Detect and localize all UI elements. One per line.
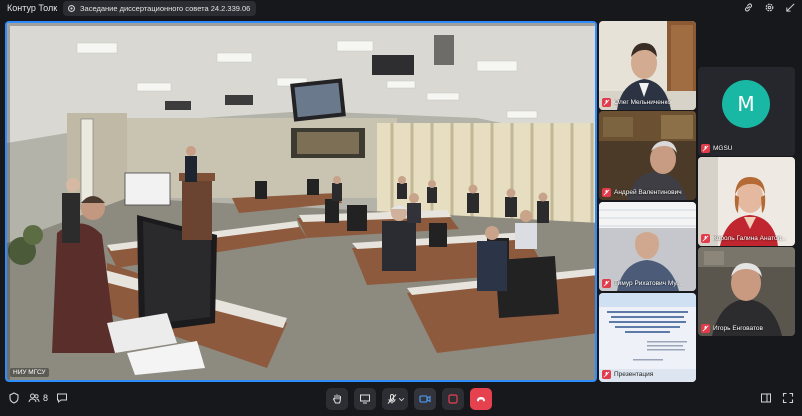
chat-icon[interactable]	[56, 392, 68, 404]
participant-tile[interactable]: Король Галина Анатол...	[698, 157, 795, 246]
participant-name: Тимур Рихатович Му...	[614, 280, 682, 287]
participant-name: MGSU	[713, 145, 733, 152]
screen-share-icon	[360, 394, 370, 404]
fullscreen-icon[interactable]	[782, 392, 794, 404]
mic-off-icon	[602, 279, 611, 288]
shield-icon[interactable]	[8, 392, 20, 404]
microphone-icon	[387, 394, 396, 404]
participant-video	[599, 21, 696, 110]
participant-count[interactable]: 8	[43, 393, 48, 403]
link-icon[interactable]	[743, 2, 754, 13]
mic-off-icon	[602, 188, 611, 197]
app-title: Контур Толк	[7, 3, 58, 13]
camera-button[interactable]	[414, 388, 436, 410]
top-bar: Контур Толк Заседание диссертационного с…	[0, 0, 802, 18]
app-window: Контур Толк Заседание диссертационного с…	[0, 0, 802, 416]
participant-video	[698, 157, 795, 246]
participant-tile[interactable]: Презентация	[599, 293, 696, 382]
record-icon	[448, 394, 458, 404]
meeting-title-pill[interactable]: Заседание диссертационного совета 24.2.3…	[63, 1, 257, 16]
participant-tile[interactable]: Тимур Рихатович Му...	[599, 202, 696, 291]
layout-icon[interactable]	[760, 392, 772, 404]
record-button[interactable]	[442, 388, 464, 410]
hand-icon	[332, 394, 341, 404]
raise-hand-button[interactable]	[326, 388, 348, 410]
participant-name: Олег Мельниченко	[614, 99, 671, 106]
participant-name: Презентация	[614, 371, 654, 378]
main-video-label: НИУ МГСУ	[10, 368, 49, 377]
camera-icon	[419, 395, 431, 403]
mic-off-icon	[701, 144, 710, 153]
settings-icon	[67, 4, 76, 13]
participant-video	[698, 247, 795, 336]
settings-icon[interactable]	[764, 2, 775, 13]
participants-icon[interactable]	[28, 392, 40, 404]
participant-tile[interactable]: M MGSU	[698, 67, 795, 156]
participant-video	[599, 111, 696, 200]
mic-off-icon	[701, 234, 710, 243]
mic-off-icon	[602, 98, 611, 107]
participant-tile[interactable]: Андрей Валентинович	[599, 111, 696, 200]
hang-up-icon	[477, 397, 485, 402]
conference-room-video	[7, 23, 595, 380]
main-video-tile[interactable]: НИУ МГСУ	[5, 21, 597, 382]
screen-share-button[interactable]	[354, 388, 376, 410]
participant-video	[599, 202, 696, 291]
leave-call-button[interactable]	[470, 388, 492, 410]
participant-name: Андрей Валентинович	[614, 189, 682, 196]
participant-tile[interactable]: Игорь Енговатов	[698, 247, 795, 336]
avatar: M	[722, 80, 770, 128]
participant-name: Игорь Енговатов	[713, 325, 763, 332]
microphone-button[interactable]	[382, 388, 408, 410]
mic-off-icon	[701, 324, 710, 333]
meeting-title: Заседание диссертационного совета 24.2.3…	[80, 4, 251, 13]
presentation-slide	[599, 293, 696, 382]
mic-off-icon	[602, 370, 611, 379]
bottom-toolbar: 8	[0, 386, 802, 416]
chevron-down-icon[interactable]	[398, 396, 405, 403]
participant-tile[interactable]: Олег Мельниченко	[599, 21, 696, 110]
minimize-icon[interactable]	[785, 2, 796, 13]
participant-name: Король Галина Анатол...	[713, 235, 787, 242]
